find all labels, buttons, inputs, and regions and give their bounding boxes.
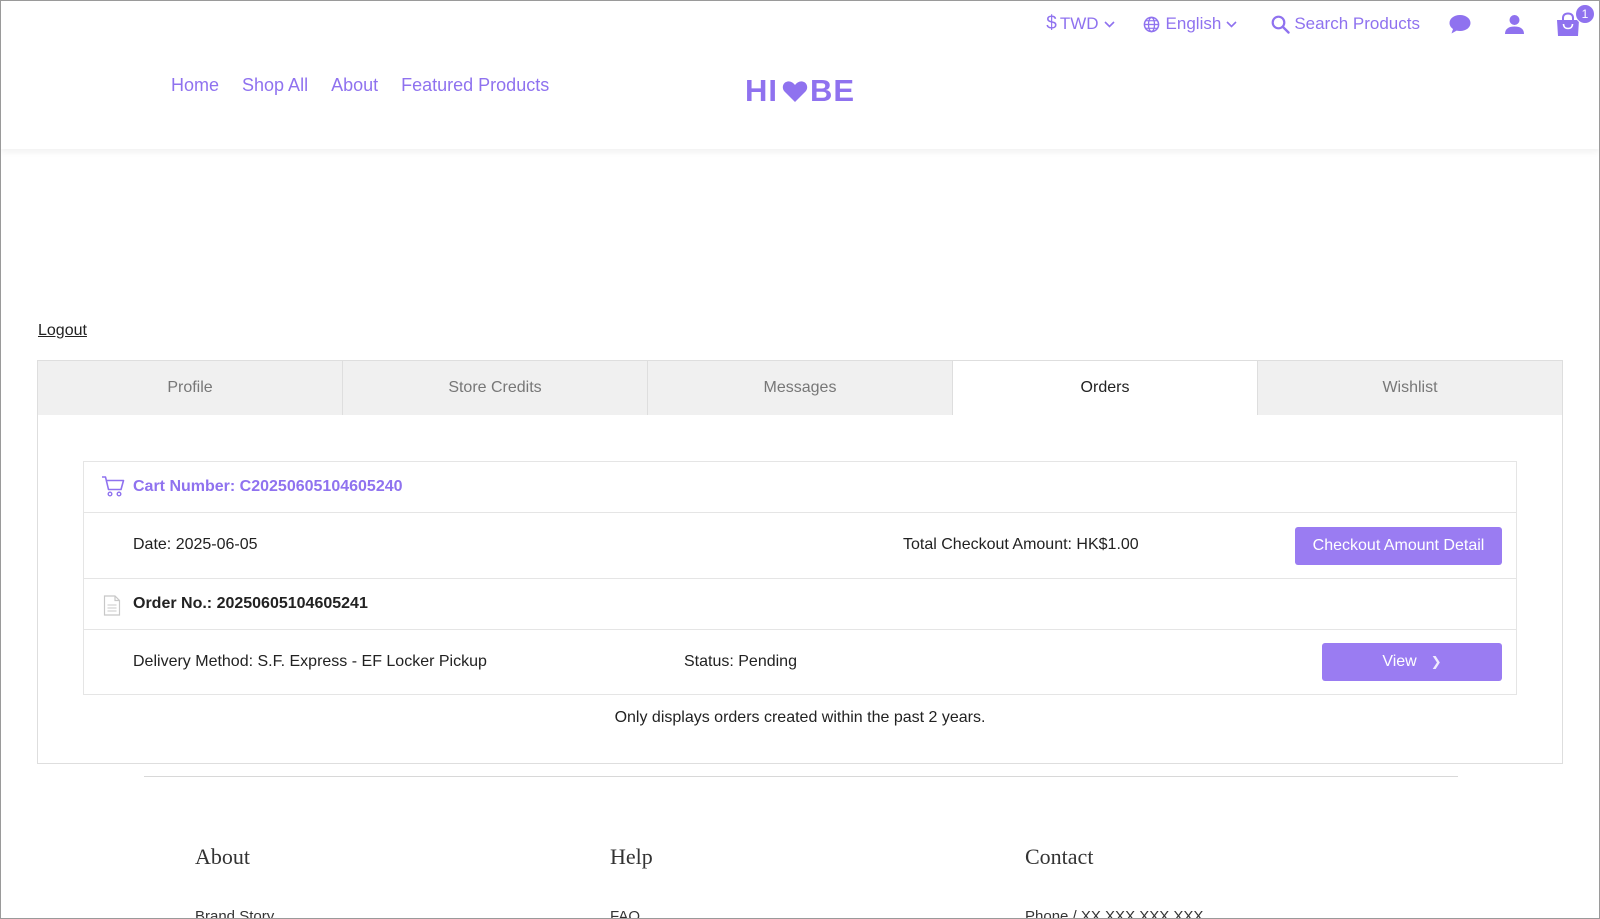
dollar-icon: $	[1046, 13, 1057, 34]
orders-panel: Cart Number: C20250605104605240 Date: 20…	[37, 415, 1563, 764]
footer-about-column: About Brand Story	[195, 844, 274, 918]
search-button[interactable]: Search Products	[1271, 14, 1420, 34]
nav-featured-products[interactable]: Featured Products	[401, 75, 549, 96]
search-label: Search Products	[1294, 14, 1420, 33]
footer-about-title: About	[195, 844, 250, 869]
top-utility-bar: $ TWD English Search Products 1	[1046, 3, 1595, 37]
total-checkout-amount: Total Checkout Amount: HK$1.00	[903, 536, 1139, 553]
tab-profile[interactable]: Profile	[38, 361, 343, 416]
cart-header-row: Cart Number: C20250605104605240	[84, 462, 1516, 513]
footer-contact-column: Contact Phone / XX XXX XXX XXX	[1025, 844, 1203, 918]
order-card: Cart Number: C20250605104605240 Date: 20…	[83, 461, 1517, 695]
cart-number: Cart Number: C20250605104605240	[133, 478, 403, 495]
footer-link-faq[interactable]: FAQ	[610, 908, 640, 918]
orders-notice: Only displays orders created within the …	[614, 709, 986, 726]
footer-help-title: Help	[610, 844, 653, 869]
footer-divider	[144, 776, 1458, 777]
account-button[interactable]	[1504, 14, 1525, 35]
logo-text-left: HI	[745, 73, 778, 108]
chevron-down-icon	[1103, 20, 1115, 28]
order-header-row: Order No.: 20250605104605241	[84, 579, 1516, 630]
tab-store-credits[interactable]: Store Credits	[343, 361, 648, 416]
order-number: Order No.: 20250605104605241	[133, 595, 368, 612]
footer-contact-phone[interactable]: Phone / XX XXX XXX XXX	[1025, 908, 1203, 918]
tab-orders[interactable]: Orders	[953, 361, 1258, 416]
cart-icon	[102, 476, 125, 497]
language-label: English	[1165, 14, 1222, 33]
chat-button[interactable]	[1448, 13, 1472, 35]
checkout-amount-detail-button[interactable]: Checkout Amount Detail	[1295, 527, 1502, 565]
tab-wishlist[interactable]: Wishlist	[1258, 361, 1562, 416]
chevron-right-icon: ❯	[1430, 654, 1442, 669]
heart-icon	[782, 80, 808, 102]
currency-label: TWD	[1059, 14, 1099, 33]
footer-link-brand-story[interactable]: Brand Story	[195, 908, 274, 918]
chat-icon	[1449, 15, 1471, 34]
delivery-method: Delivery Method: S.F. Express - EF Locke…	[133, 653, 487, 670]
nav-shop-all[interactable]: Shop All	[242, 75, 308, 96]
logo-text-right: BE	[810, 73, 856, 108]
currency-selector[interactable]: $ TWD	[1046, 13, 1115, 35]
brand-logo[interactable]: HI BE	[745, 73, 855, 109]
order-status: Status: Pending	[684, 653, 797, 670]
tab-messages[interactable]: Messages	[648, 361, 953, 416]
language-selector[interactable]: English	[1143, 14, 1238, 34]
logout-link[interactable]: Logout	[38, 322, 87, 340]
footer-contact-title: Contact	[1025, 844, 1094, 869]
account-tabs: Profile Store Credits Messages Orders Wi…	[37, 360, 1563, 416]
view-button-label: View	[1382, 653, 1417, 670]
globe-icon	[1143, 16, 1159, 32]
user-icon	[1505, 14, 1524, 34]
chevron-down-icon	[1226, 20, 1237, 28]
order-detail-row: Delivery Method: S.F. Express - EF Locke…	[84, 630, 1516, 695]
cart-button[interactable]: 1	[1555, 3, 1595, 37]
search-icon	[1271, 15, 1291, 34]
nav-about[interactable]: About	[331, 75, 378, 96]
document-icon	[103, 595, 121, 616]
page-frame: $ TWD English Search Products 1 Home Sho…	[0, 0, 1600, 919]
cart-summary-row: Date: 2025-06-05 Total Checkout Amount: …	[84, 513, 1516, 579]
order-date: Date: 2025-06-05	[133, 536, 258, 553]
view-order-button[interactable]: View ❯	[1322, 643, 1502, 681]
nav-home[interactable]: Home	[171, 75, 219, 96]
footer-help-column: Help FAQ	[610, 844, 653, 918]
main-nav: Home Shop All About Featured Products	[171, 75, 549, 96]
cart-count-badge: 1	[1575, 3, 1595, 24]
site-header: $ TWD English Search Products 1 Home Sho…	[1, 1, 1599, 149]
